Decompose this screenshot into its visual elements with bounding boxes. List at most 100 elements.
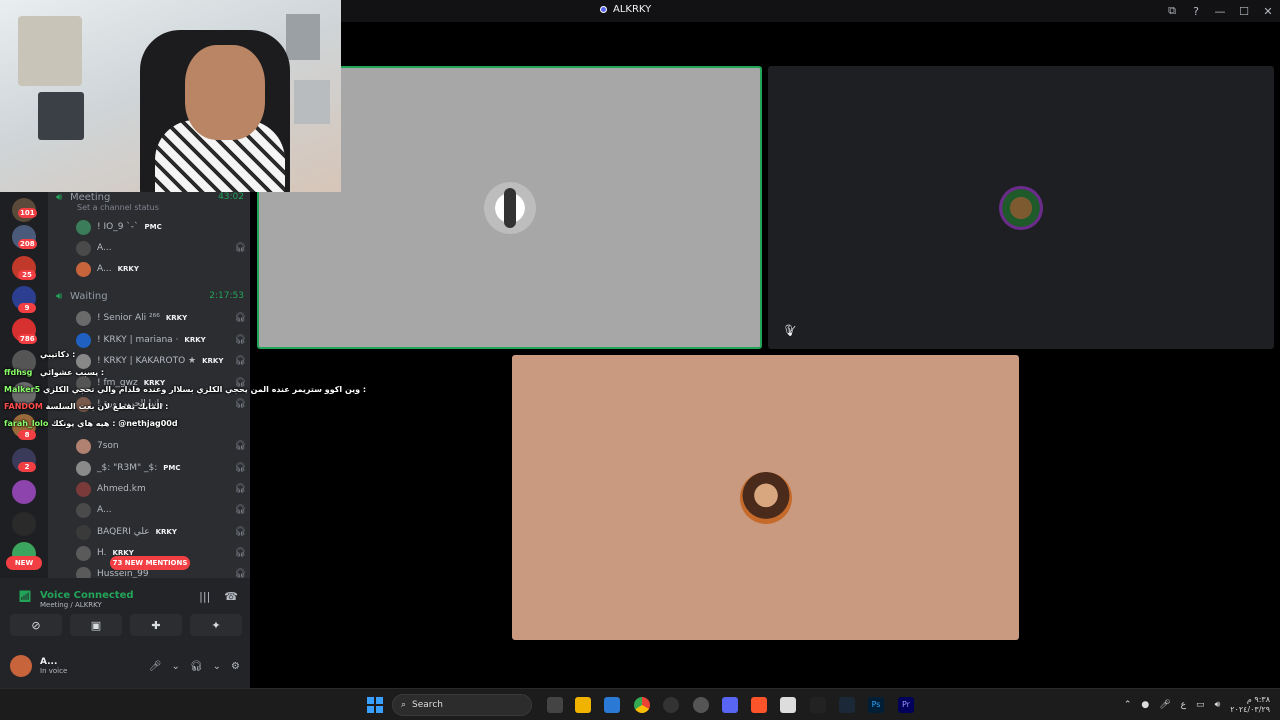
search-placeholder: Search xyxy=(412,700,443,710)
server-icon[interactable] xyxy=(12,480,36,504)
person-face xyxy=(185,45,265,140)
activities-button[interactable]: ✚ xyxy=(130,614,182,636)
microphone-icon[interactable]: 🎤︎ xyxy=(1159,700,1170,710)
voice-user[interactable]: ! Senior Ali ²⁶⁶ KRKY 🎧︎ xyxy=(76,308,246,328)
user-tag: PMC xyxy=(144,223,162,231)
brave-icon[interactable] xyxy=(751,697,767,713)
microphone-icon[interactable]: 🎤︎ xyxy=(149,661,162,672)
server-badge: 9 xyxy=(18,303,36,313)
deafened-icon: 🎧︎ xyxy=(234,463,246,473)
disconnect-icon[interactable]: ☎ xyxy=(224,590,238,603)
user-tag: KRKY xyxy=(184,336,206,344)
voice-user[interactable]: ! KRKY | mariana · KRKY 🎧︎ xyxy=(76,330,246,350)
chat-message: يسبب عشوائي : xyxy=(40,368,104,377)
wall-frame xyxy=(286,14,320,60)
network-icon[interactable]: ▭ xyxy=(1196,700,1205,710)
voice-user[interactable]: ! IO_9 `-` PMC xyxy=(76,217,246,237)
inbox-icon[interactable]: ⧉ xyxy=(1160,4,1184,18)
volume-icon[interactable]: 🔊︎ xyxy=(1215,700,1221,710)
voice-user[interactable]: _$: "R3M" _$: PMC 🎧︎ xyxy=(76,458,246,478)
clock-date: ٢٠٢٤/٠٣/٢٩ xyxy=(1230,705,1270,714)
user-name: ! IO_9 `-` xyxy=(97,222,139,232)
window-controls: ⧉ ? — ☐ ✕ xyxy=(1160,0,1280,22)
voice-location[interactable]: Meeting / ALKRKY xyxy=(40,601,134,609)
taskbar-search[interactable]: ⌕ Search xyxy=(392,694,532,716)
server-badge: 25 xyxy=(18,270,36,280)
voice-user[interactable]: 7son 🎧︎ xyxy=(76,436,246,456)
chat-text: يسبب عشوائي : xyxy=(40,368,105,377)
chevron-down-icon[interactable]: ⌄ xyxy=(213,661,221,672)
discord-icon[interactable] xyxy=(722,697,738,713)
task-view-icon[interactable] xyxy=(547,697,563,713)
voice-user[interactable]: Ahmed.km 🎧︎ xyxy=(76,479,246,499)
voice-status-text: Voice Connected xyxy=(39,590,134,601)
voice-connection-status[interactable]: 📶︎ Voice Connected Meeting / ALKRKY xyxy=(18,590,134,609)
chat-message: دكاتيبي : xyxy=(40,350,75,359)
deafened-icon: 🎧︎ xyxy=(234,484,246,494)
gear-icon[interactable]: ⚙ xyxy=(231,661,240,672)
app-icon[interactable] xyxy=(663,697,679,713)
noise-suppression-icon[interactable]: ||| xyxy=(199,590,210,603)
screen-share-button[interactable]: ▣ xyxy=(70,614,122,636)
camera-off-button[interactable]: ⊘ xyxy=(10,614,62,636)
photoshop-icon[interactable]: Ps xyxy=(868,697,884,713)
avatar xyxy=(76,438,91,454)
voice-channel-waiting[interactable]: 🔊︎ Waiting 2:17:53 xyxy=(56,287,244,305)
new-servers-pill[interactable]: NEW xyxy=(6,556,42,570)
obs-icon[interactable] xyxy=(693,697,709,713)
premiere-icon[interactable]: Pr xyxy=(898,697,914,713)
voice-user[interactable]: A... 🎧︎ xyxy=(76,238,246,258)
server-icon[interactable] xyxy=(12,512,36,536)
search-icon: ⌕ xyxy=(401,700,407,710)
voice-user[interactable]: A... 🎧︎ xyxy=(76,500,246,520)
file-explorer-icon[interactable] xyxy=(575,697,591,713)
steam-icon[interactable] xyxy=(839,697,855,713)
avatar xyxy=(76,481,91,497)
user-name: _$: "R3M" _$: xyxy=(97,463,158,473)
new-mentions-pill[interactable]: 73 NEW MENTIONS xyxy=(110,556,190,570)
participant-tile[interactable] xyxy=(512,355,1019,640)
avatar xyxy=(76,261,91,277)
language-indicator[interactable]: ع xyxy=(1181,700,1186,710)
channel-status-placeholder[interactable]: Set a channel status xyxy=(77,203,159,212)
windows-start-icon[interactable] xyxy=(367,697,383,713)
chat-message: farah_lolo هيه هاي يونكك : @nethjag00d xyxy=(4,419,178,428)
capcut-icon[interactable] xyxy=(810,697,826,713)
participant-tile[interactable]: 🎙︎̸ xyxy=(768,66,1274,349)
voice-user[interactable]: BAQERI ﻋﻠﻲ KRKY 🎧︎ xyxy=(76,522,246,542)
clock-time: ٩:٣٨ م xyxy=(1246,695,1270,704)
tray-app-icon[interactable]: ● xyxy=(1141,700,1149,710)
notes-icon[interactable] xyxy=(780,697,796,713)
award-plaque xyxy=(18,16,82,86)
streamer-webcam xyxy=(0,0,341,192)
store-icon[interactable] xyxy=(604,697,620,713)
user-tag: KRKY xyxy=(155,528,177,536)
maximize-button[interactable]: ☐ xyxy=(1232,5,1256,18)
user-avatar[interactable] xyxy=(10,655,32,677)
deafened-icon: 🎧︎ xyxy=(234,441,246,451)
current-user-name: A... xyxy=(40,657,58,667)
taskbar-clock[interactable]: ٩:٣٨ م ٢٠٢٤/٠٣/٢٩ xyxy=(1230,695,1270,715)
chevron-down-icon[interactable]: ⌄ xyxy=(172,661,180,672)
channel-timer: 2:17:53 xyxy=(209,291,244,301)
chat-text: وين اكوو ستريمر عنده المن يحجي الكلزي بس… xyxy=(42,385,367,394)
chrome-icon[interactable] xyxy=(634,697,650,713)
chat-message: ffdhsg xyxy=(4,368,32,377)
voice-user-panel: 📶︎ Voice Connected Meeting / ALKRKY ||| … xyxy=(0,578,250,688)
headphones-icon[interactable]: 🎧︎ xyxy=(190,661,203,672)
user-tag: KRKY xyxy=(117,265,139,273)
avatar xyxy=(76,240,91,256)
chevron-up-icon[interactable]: ⌃ xyxy=(1124,700,1132,710)
stream-chat-overlay: دكاتيبي : يسبب عشوائي : ffdhsg Malker5 و… xyxy=(0,348,366,436)
voice-user[interactable]: A... KRKY xyxy=(76,259,246,279)
user-tag: KRKY xyxy=(165,314,188,322)
close-button[interactable]: ✕ xyxy=(1256,5,1280,18)
window-title-text: ALKRKY xyxy=(613,4,652,15)
user-name: A... xyxy=(97,264,112,274)
award-plaque xyxy=(38,92,84,140)
deafened-icon: 🎧︎ xyxy=(234,335,246,345)
minimize-button[interactable]: — xyxy=(1208,5,1232,18)
help-icon[interactable]: ? xyxy=(1184,5,1208,18)
chat-message: FANDOM المايك يقطع لان بعت السلسة : xyxy=(4,402,168,411)
soundboard-button[interactable]: ✦ xyxy=(190,614,242,636)
